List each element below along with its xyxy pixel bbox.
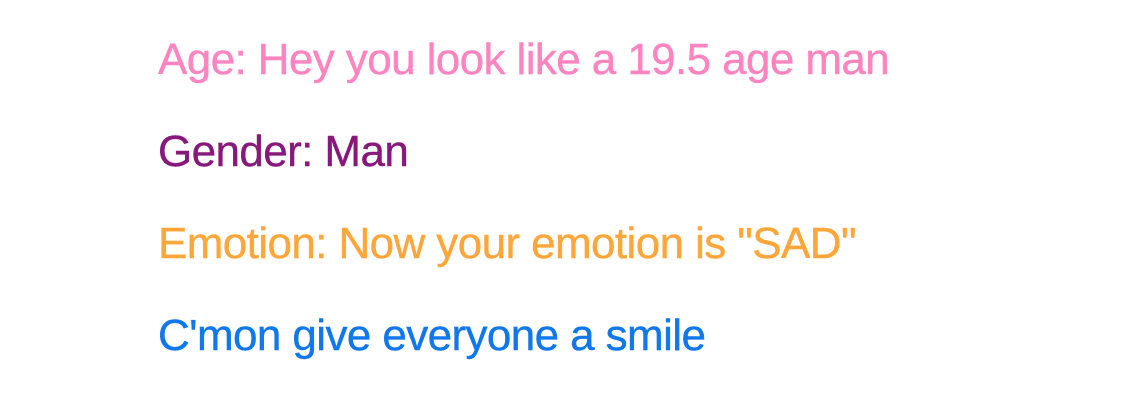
age-result-text: Age: Hey you look like a 19.5 age man [158, 35, 890, 84]
encouragement-message: C'mon give everyone a smile [158, 311, 706, 360]
emotion-result-text: Emotion: Now your emotion is "SAD" [158, 219, 857, 268]
gender-result-text: Gender: Man [158, 127, 409, 176]
result-panel: Age: Hey you look like a 19.5 age man Ge… [0, 0, 1138, 400]
